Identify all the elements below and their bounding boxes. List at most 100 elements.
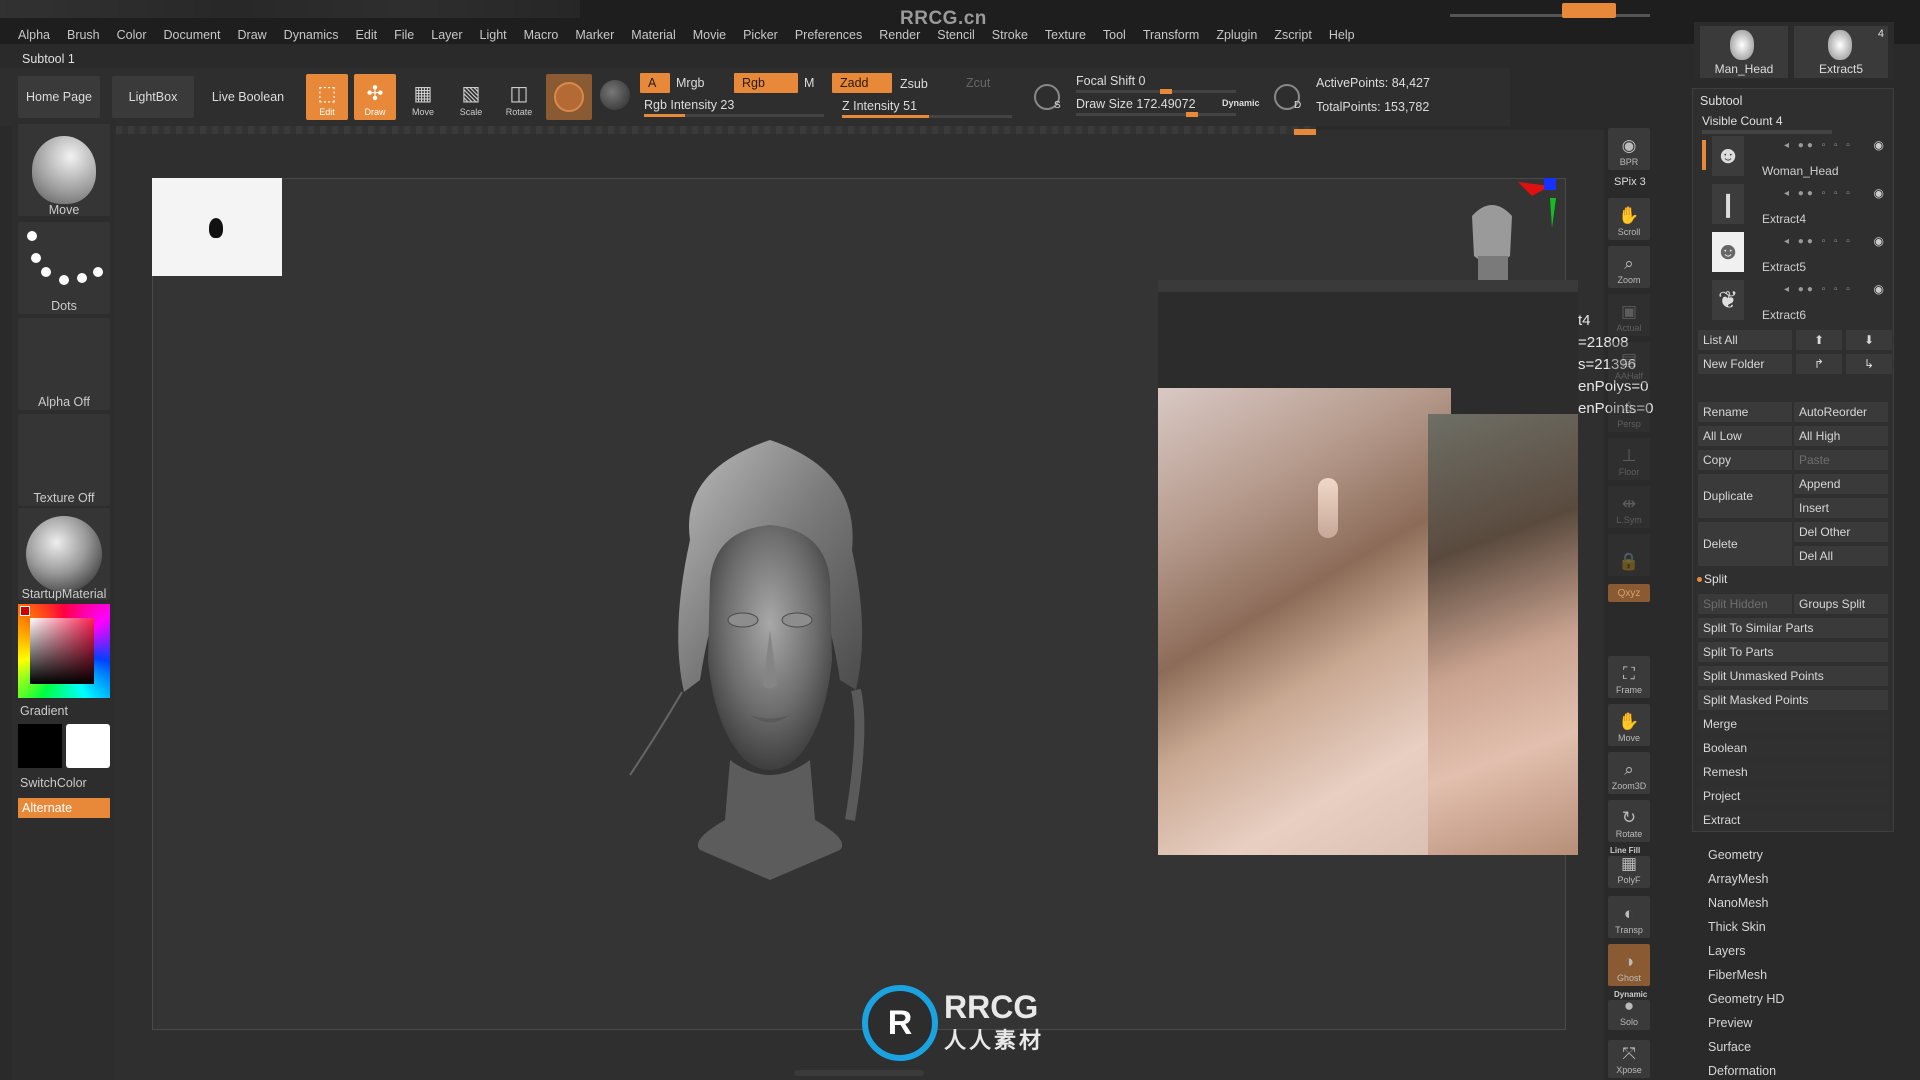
preview-menu[interactable]: Preview	[1708, 1016, 1752, 1030]
menu-item-color[interactable]: Color	[117, 28, 147, 42]
menu-item-stroke[interactable]: Stroke	[992, 28, 1028, 42]
geometry-menu[interactable]: Geometry	[1708, 848, 1763, 862]
all-low-button[interactable]: All Low	[1698, 426, 1792, 446]
tool-thumb-extract5[interactable]: 4 Extract5	[1794, 26, 1888, 78]
menu-item-brush[interactable]: Brush	[67, 28, 100, 42]
eye-icon[interactable]: ◉	[1874, 186, 1884, 200]
draw-size-slider[interactable]: Draw Size 172.49072	[1076, 97, 1196, 111]
layers-menu[interactable]: Layers	[1708, 944, 1746, 958]
append-button[interactable]: Append	[1794, 474, 1888, 494]
switch-color-button[interactable]: SwitchColor	[20, 776, 87, 790]
menu-item-transform[interactable]: Transform	[1143, 28, 1200, 42]
menu-item-material[interactable]: Material	[631, 28, 675, 42]
zcut-toggle[interactable]: Zcut	[966, 76, 990, 90]
eye-icon[interactable]: ◉	[1874, 282, 1884, 296]
menu-item-document[interactable]: Document	[164, 28, 221, 42]
dynamic-toggle[interactable]: Dynamic	[1222, 98, 1260, 108]
scale-mode-button[interactable]: ▧ Scale	[450, 74, 492, 120]
subtool-row[interactable]: ❙ ◂ ●● ▫ ▫ ▫ ◉ Extract4	[1712, 184, 1888, 230]
bpr-button[interactable]: ◉ BPR	[1608, 128, 1650, 170]
geometry-hd-menu[interactable]: Geometry HD	[1708, 992, 1784, 1006]
menu-item-file[interactable]: File	[394, 28, 414, 42]
fibermesh-menu[interactable]: FiberMesh	[1708, 968, 1767, 982]
ghost-button[interactable]: ◑ Ghost	[1608, 944, 1650, 986]
persp-button[interactable]: ⟁ Persp	[1608, 390, 1650, 432]
extract-section[interactable]: Extract	[1698, 810, 1888, 830]
floor-button[interactable]: ⊥ Floor	[1608, 438, 1650, 480]
list-all-button[interactable]: List All	[1698, 330, 1792, 350]
nanomesh-menu[interactable]: NanoMesh	[1708, 896, 1768, 910]
polyf-button[interactable]: ▦ PolyF	[1608, 855, 1650, 888]
del-all-button[interactable]: Del All	[1794, 546, 1888, 566]
thick-skin-menu[interactable]: Thick Skin	[1708, 920, 1766, 934]
paste-button[interactable]: Paste	[1794, 450, 1888, 470]
split-to-parts-button[interactable]: Split To Parts	[1698, 642, 1888, 662]
material-sphere-gray-icon[interactable]	[600, 80, 630, 110]
alternate-button[interactable]: Alternate	[18, 798, 110, 818]
scroll-button[interactable]: ✋ Scroll	[1608, 198, 1650, 240]
move-down-folder-button[interactable]: ↳	[1846, 354, 1892, 374]
arrow-down-button[interactable]: ⬇	[1846, 330, 1892, 350]
color-picker-square[interactable]	[30, 618, 94, 684]
subtool-toggles[interactable]: ◂ ●● ▫ ▫ ▫	[1784, 284, 1853, 295]
xpose-button[interactable]: ⤧ Xpose	[1608, 1040, 1650, 1078]
duplicate-button[interactable]: Duplicate	[1698, 474, 1792, 518]
menu-item-help[interactable]: Help	[1329, 28, 1355, 42]
eye-icon[interactable]: ◉	[1874, 234, 1884, 248]
zoom3d-button[interactable]: ⌕ Zoom3D	[1608, 752, 1650, 794]
draw-size-track[interactable]	[1076, 113, 1236, 116]
subtool-toggles[interactable]: ◂ ●● ▫ ▫ ▫	[1784, 140, 1853, 151]
boolean-section[interactable]: Boolean	[1698, 738, 1888, 758]
secondary-color-swatch[interactable]	[66, 724, 110, 768]
visible-count-track[interactable]	[1702, 130, 1832, 134]
del-other-button[interactable]: Del Other	[1794, 522, 1888, 542]
arrow-up-button[interactable]: ⬆	[1796, 330, 1842, 350]
lightbox-button[interactable]: LightBox	[112, 76, 194, 118]
focal-shift-slider[interactable]: Focal Shift 0	[1076, 74, 1145, 88]
material-swatch-button[interactable]	[546, 74, 592, 120]
draw-size-knob[interactable]	[1186, 112, 1198, 117]
menu-item-draw[interactable]: Draw	[238, 28, 267, 42]
menu-item-movie[interactable]: Movie	[693, 28, 726, 42]
focal-shift-knob[interactable]	[1160, 89, 1172, 94]
remesh-section[interactable]: Remesh	[1698, 762, 1888, 782]
solo-button[interactable]: ● Solo	[1608, 997, 1650, 1030]
subtool-row[interactable]: ☻ ◂ ●● ▫ ▫ ▫ ◉ Woman_Head	[1712, 136, 1888, 182]
menu-item-macro[interactable]: Macro	[524, 28, 559, 42]
spix-slider[interactable]: SPix 3	[1614, 176, 1646, 188]
rotate-view-button[interactable]: ↻ Rotate	[1608, 800, 1650, 842]
rgb-intensity-slider-label[interactable]: Rgb Intensity 23	[644, 98, 734, 112]
menu-item-alpha[interactable]: Alpha	[18, 28, 50, 42]
rgb-toggle[interactable]: Rgb	[734, 73, 798, 93]
lsym-button[interactable]: ⇹ L.Sym	[1608, 486, 1650, 528]
zsub-toggle[interactable]: Zsub	[900, 77, 928, 91]
all-high-button[interactable]: All High	[1794, 426, 1888, 446]
a-toggle[interactable]: A	[640, 73, 670, 93]
rename-button[interactable]: Rename	[1698, 402, 1792, 422]
zoom-button[interactable]: ⌕ Zoom	[1608, 246, 1650, 288]
split-section-header[interactable]: Split	[1704, 572, 1727, 586]
menu-item-preferences[interactable]: Preferences	[795, 28, 862, 42]
surface-menu[interactable]: Surface	[1708, 1040, 1751, 1054]
actual-button[interactable]: ▣ Actual	[1608, 294, 1650, 336]
tool-thumb-man-head[interactable]: Man_Head	[1700, 26, 1788, 78]
groups-split-button[interactable]: Groups Split	[1794, 594, 1888, 614]
auto-reorder-button[interactable]: AutoReorder	[1794, 402, 1888, 422]
navigation-gizmo[interactable]	[1462, 176, 1572, 288]
delete-button[interactable]: Delete	[1698, 522, 1792, 566]
bottom-shelf-handle[interactable]	[794, 1070, 924, 1076]
zadd-toggle[interactable]: Zadd	[832, 73, 892, 93]
menu-item-layer[interactable]: Layer	[431, 28, 462, 42]
menu-item-texture[interactable]: Texture	[1045, 28, 1086, 42]
primary-color-swatch[interactable]	[18, 724, 62, 768]
menu-item-tool[interactable]: Tool	[1103, 28, 1126, 42]
draw-mode-button[interactable]: ✣ Draw	[354, 74, 396, 120]
subtool-panel-title[interactable]: Subtool	[1700, 94, 1742, 108]
live-boolean-button[interactable]: Live Boolean	[206, 76, 290, 118]
insert-button[interactable]: Insert	[1794, 498, 1888, 518]
split-similar-parts-button[interactable]: Split To Similar Parts	[1698, 618, 1888, 638]
z-intensity-slider-label[interactable]: Z Intensity 51	[842, 99, 917, 113]
menu-item-render[interactable]: Render	[879, 28, 920, 42]
color-picker[interactable]	[18, 604, 110, 698]
arraymesh-menu[interactable]: ArrayMesh	[1708, 872, 1768, 886]
